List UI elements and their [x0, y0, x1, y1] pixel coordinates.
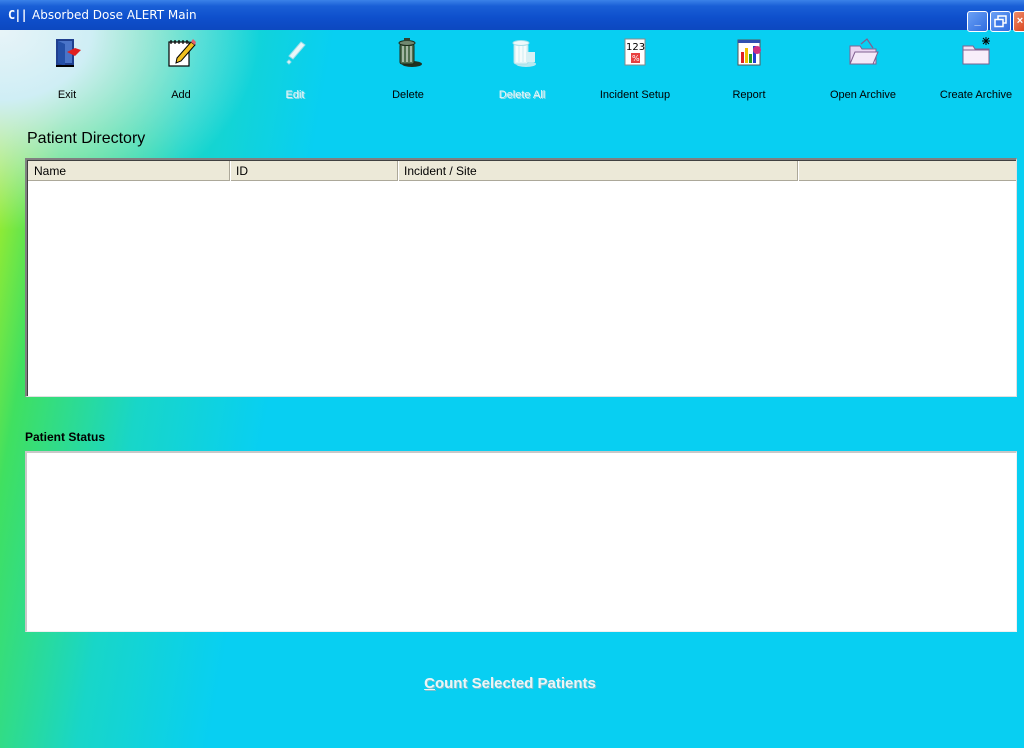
- open-folder-icon: [849, 38, 879, 65]
- exit-door-icon: [56, 39, 81, 67]
- column-header-id[interactable]: ID: [230, 161, 398, 181]
- exit-label: Exit: [57, 89, 77, 101]
- report-button[interactable]: Report: [699, 36, 799, 106]
- exit-button[interactable]: Exit: [17, 36, 117, 106]
- add-label: Add: [171, 89, 191, 101]
- delete-all-button[interactable]: Delete All: [472, 36, 572, 106]
- window-title: Absorbed Dose ALERT Main: [32, 8, 197, 22]
- patient-status-box[interactable]: [25, 451, 1017, 632]
- count-button-accelerator: C: [424, 675, 435, 692]
- column-header-incident-site[interactable]: Incident / Site: [398, 161, 798, 181]
- svg-text:123: 123: [626, 42, 645, 53]
- open-archive-label: Open Archive: [829, 89, 897, 101]
- svg-text:%: %: [632, 54, 640, 63]
- column-header-blank[interactable]: [798, 161, 1016, 181]
- delete-label: Delete: [392, 89, 424, 101]
- create-archive-button[interactable]: Create Archive: [926, 36, 1024, 106]
- edit-wand-icon: [286, 41, 306, 65]
- main-window: C|| Absorbed Dose ALERT Main _ × Exit Ad…: [0, 0, 1024, 748]
- incident-setup-label: Incident Setup: [599, 89, 671, 101]
- patient-status-title: Patient Status: [25, 430, 106, 444]
- title-bar[interactable]: C|| Absorbed Dose ALERT Main _ ×: [0, 0, 1024, 32]
- pencil-notepad-icon: [168, 39, 196, 67]
- minimize-icon: _: [974, 15, 981, 27]
- restore-button[interactable]: [990, 11, 1011, 32]
- incident-123-icon: 123 %: [624, 38, 646, 66]
- close-button[interactable]: ×: [1013, 11, 1024, 32]
- minimize-button[interactable]: _: [967, 11, 988, 32]
- create-archive-label: Create Archive: [939, 89, 1013, 101]
- toolbar: Exit Add Edit Delete Delete All 123 % In…: [0, 36, 1024, 106]
- close-icon: ×: [1016, 15, 1024, 27]
- patient-directory-title: Patient Directory: [27, 130, 146, 147]
- list-header: Name ID Incident / Site: [28, 161, 1016, 181]
- edit-label: Edit: [285, 89, 305, 101]
- restore-icon: [994, 15, 1007, 28]
- count-button-label: ount Selected Patients: [434, 675, 596, 692]
- new-folder-icon: [962, 37, 990, 65]
- delete-all-label: Delete All: [498, 89, 546, 101]
- app-icon: C||: [8, 8, 28, 22]
- trash-can-all-icon: [512, 40, 536, 67]
- add-button[interactable]: Add: [131, 36, 231, 106]
- delete-button[interactable]: Delete: [358, 36, 458, 106]
- edit-button[interactable]: Edit: [245, 36, 345, 106]
- report-label: Report: [732, 89, 766, 101]
- trash-can-icon: [398, 38, 422, 67]
- open-archive-button[interactable]: Open Archive: [813, 36, 913, 106]
- count-selected-patients-button[interactable]: Count Selected Patients: [360, 674, 660, 694]
- bar-chart-report-icon: [737, 39, 761, 66]
- patient-directory-list[interactable]: Name ID Incident / Site: [25, 158, 1017, 397]
- incident-setup-button[interactable]: 123 % Incident Setup: [585, 36, 685, 106]
- column-header-name[interactable]: Name: [28, 161, 230, 181]
